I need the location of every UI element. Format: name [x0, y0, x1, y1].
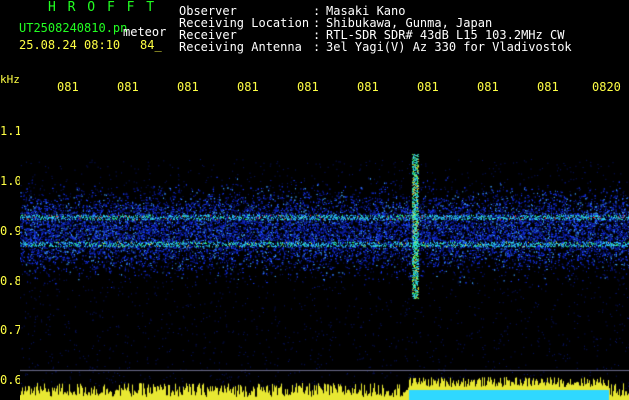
meta-label-antenna: Receiving Antenna — [179, 40, 302, 54]
meta-colon: : — [313, 40, 321, 54]
x-tick-label: 081 — [237, 80, 259, 94]
x-tick-label: 081 — [417, 80, 439, 94]
file-name: UT2508240810.pn — [19, 21, 128, 35]
app-brand: H R O F F T — [48, 0, 157, 15]
y-tick-label: 0.8 — [0, 274, 22, 288]
x-tick-label: 081 — [117, 80, 139, 94]
detection-tag: meteor — [123, 25, 167, 39]
y-tick-label: 1.1 — [0, 124, 22, 138]
spectrogram-canvas — [20, 99, 629, 400]
x-tick-label: 081 — [177, 80, 199, 94]
y-axis-unit: kHz — [0, 73, 20, 86]
timestamp: 25.08.24 08:10 — [19, 38, 121, 52]
x-tick-label: 081 — [297, 80, 319, 94]
x-tick-label: 081 — [477, 80, 499, 94]
y-tick-label: 0.9 — [0, 224, 22, 238]
x-tick-label: 0820 — [592, 80, 621, 94]
meta-value-antenna: 3el Yagi(V) Az 330 for Vladivostok — [326, 40, 572, 54]
y-tick-label: 1.0 — [0, 174, 22, 188]
x-tick-label: 081 — [357, 80, 379, 94]
y-tick-label: 0.7 — [0, 323, 22, 337]
event-count: 84_ — [140, 38, 162, 52]
x-tick-label: 081 — [537, 80, 559, 94]
x-tick-label: 081 — [57, 80, 79, 94]
y-tick-label: 0.6 — [0, 373, 22, 387]
